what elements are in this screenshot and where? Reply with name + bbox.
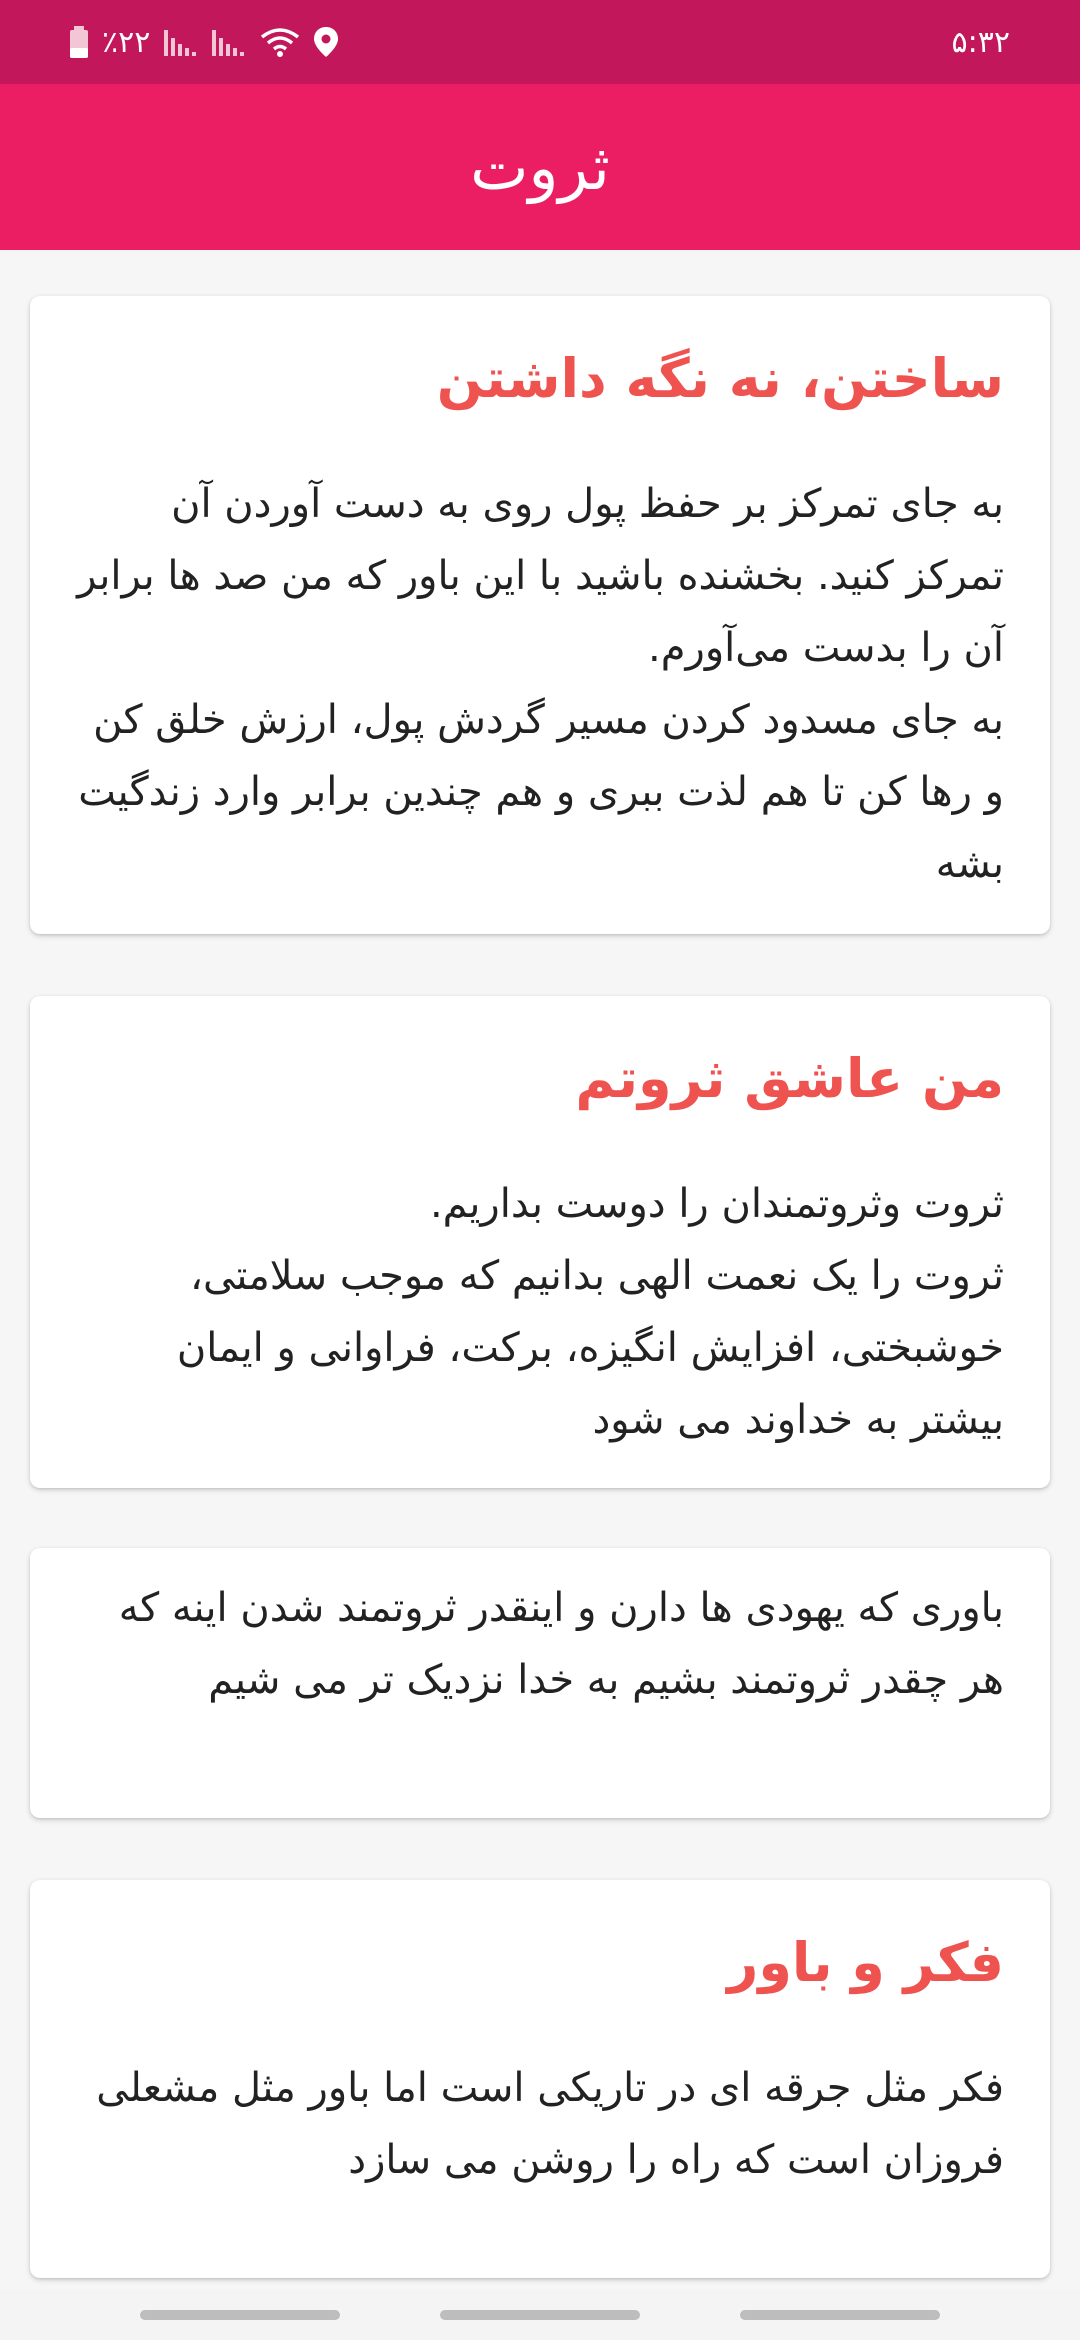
card-title: ساختن، نه نگه داشتن xyxy=(436,347,1004,410)
card-body: باوری که یهودی ها دارن و اینقدر ثروتمند … xyxy=(118,1585,1004,1703)
battery-percent: ٪۲۲ xyxy=(102,24,151,60)
page-title: ثروت xyxy=(470,130,610,204)
nav-gesture-handle[interactable] xyxy=(140,2310,340,2320)
status-bar: ٪۲۲ ۵:۳۲ xyxy=(0,0,1080,84)
nav-gesture-handle[interactable] xyxy=(740,2310,940,2320)
signal-icon xyxy=(164,28,198,56)
status-time: ۵:۳۲ xyxy=(951,24,1010,60)
wifi-icon xyxy=(260,27,300,57)
card-title: فکر و باور xyxy=(727,1931,1004,1994)
card-body: فکر مثل جرقه ای در تاریکی است اما باور م… xyxy=(96,2065,1004,2183)
card[interactable]: ساختن، نه نگه داشتن به جای تمرکز بر حفظ … xyxy=(30,296,1050,934)
card-list[interactable]: ساختن، نه نگه داشتن به جای تمرکز بر حفظ … xyxy=(0,250,1080,2290)
card[interactable]: من عاشق ثروتم ثروت وثروتمندان را دوست بد… xyxy=(30,996,1050,1488)
card-body: ثروت وثروتمندان را دوست بداریم. ثروت را … xyxy=(176,1181,1004,1443)
card[interactable]: باوری که یهودی ها دارن و اینقدر ثروتمند … xyxy=(30,1548,1050,1818)
card-title: من عاشق ثروتم xyxy=(575,1047,1004,1110)
card[interactable]: فکر و باور فکر مثل جرقه ای در تاریکی است… xyxy=(30,1880,1050,2278)
location-icon xyxy=(314,27,339,57)
app-bar: ثروت xyxy=(0,84,1080,250)
signal-icon xyxy=(212,28,246,56)
card-body: به جای تمرکز بر حفظ پول روی به دست آوردن… xyxy=(77,481,1004,887)
nav-gesture-handle[interactable] xyxy=(440,2310,640,2320)
navigation-bar xyxy=(0,2290,1080,2340)
battery-icon xyxy=(70,26,88,58)
status-icons: ٪۲۲ xyxy=(70,24,339,60)
